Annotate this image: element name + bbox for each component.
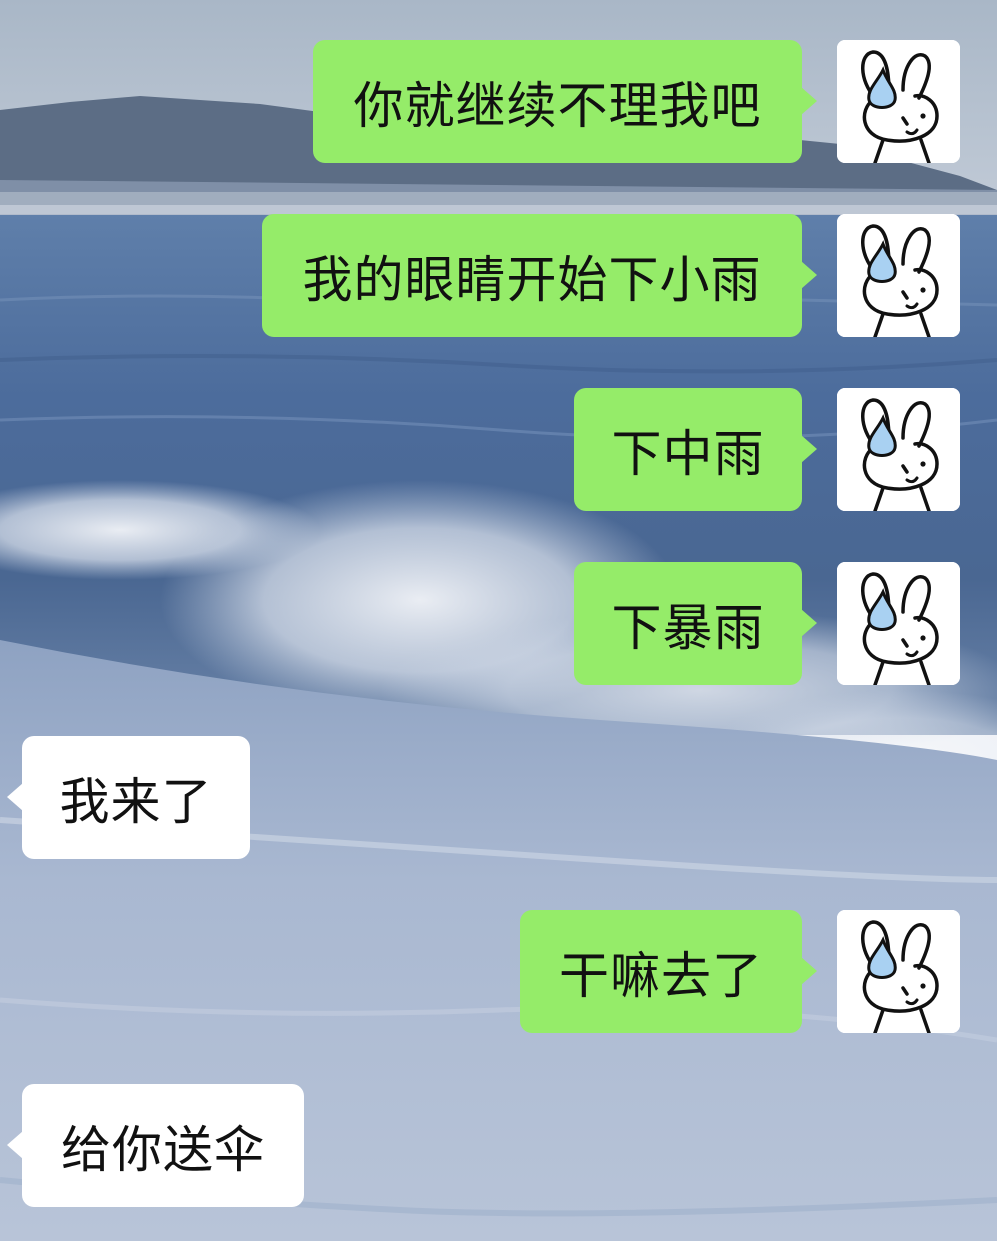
user-avatar[interactable] <box>837 562 960 685</box>
message-row-outgoing: 我的眼睛开始下小雨 <box>0 214 997 337</box>
bubble-tail <box>801 87 817 115</box>
outgoing-message-bubble[interactable]: 干嘛去了 <box>520 910 817 1033</box>
message-text: 我的眼睛开始下小雨 <box>302 250 762 309</box>
message-text: 给你送伞 <box>61 1120 265 1179</box>
message-text: 下中雨 <box>611 424 765 483</box>
outgoing-message-bubble[interactable]: 我的眼睛开始下小雨 <box>262 214 817 337</box>
incoming-message-bubble[interactable]: 给你送伞 <box>7 1084 304 1207</box>
crying-bunny-icon <box>837 910 960 1033</box>
message-row-incoming: 我来了 <box>0 736 997 859</box>
user-avatar[interactable] <box>837 214 960 337</box>
message-text: 你就继续不理我吧 <box>353 76 762 135</box>
incoming-message-bubble[interactable]: 我来了 <box>7 736 250 859</box>
bubble-tail <box>801 609 817 637</box>
outgoing-message-bubble[interactable]: 下中雨 <box>574 388 817 511</box>
message-row-outgoing: 你就继续不理我吧 <box>0 40 997 163</box>
bubble-tail <box>801 261 817 289</box>
message-row-outgoing: 干嘛去了 <box>0 910 997 1033</box>
user-avatar[interactable] <box>837 40 960 163</box>
crying-bunny-icon <box>837 40 960 163</box>
message-row-outgoing: 下暴雨 <box>0 562 997 685</box>
crying-bunny-icon <box>837 214 960 337</box>
outgoing-message-bubble[interactable]: 下暴雨 <box>574 562 817 685</box>
message-text: 我来了 <box>59 772 213 831</box>
bubble-tail <box>801 435 817 463</box>
user-avatar[interactable] <box>837 388 960 511</box>
bubble-tail <box>7 1131 23 1159</box>
crying-bunny-icon <box>837 388 960 511</box>
message-text: 下暴雨 <box>611 598 765 657</box>
message-row-incoming: 给你送伞 <box>0 1084 997 1207</box>
outgoing-message-bubble[interactable]: 你就继续不理我吧 <box>313 40 817 163</box>
bubble-tail <box>7 783 23 811</box>
user-avatar[interactable] <box>837 910 960 1033</box>
chat-message-list: 你就继续不理我吧 我的眼睛开始下小雨 下中雨 下暴雨 我来了 干嘛去了 给你送伞 <box>0 0 997 1241</box>
message-row-outgoing: 下中雨 <box>0 388 997 511</box>
bubble-tail <box>801 957 817 985</box>
crying-bunny-icon <box>837 562 960 685</box>
message-text: 干嘛去了 <box>559 946 763 1005</box>
